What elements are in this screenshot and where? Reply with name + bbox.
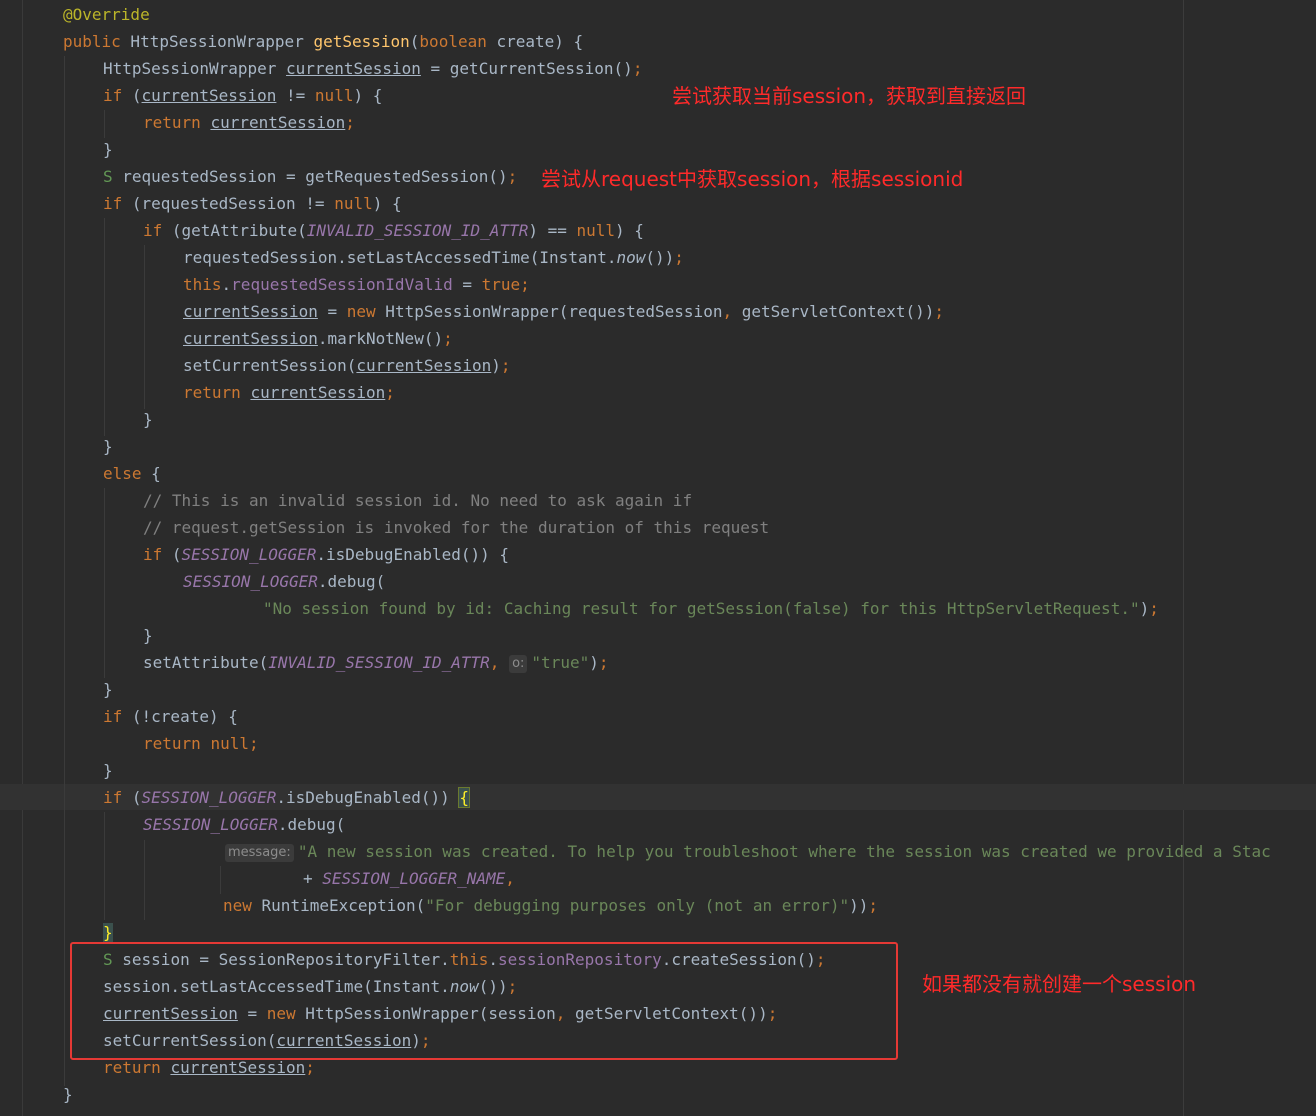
- right-margin-guide: [1183, 0, 1184, 1116]
- annotation-get-current-session: 尝试获取当前session，获取到直接返回: [672, 84, 1027, 108]
- code-line: }: [103, 761, 113, 780]
- code-line: if (!create) {: [103, 707, 238, 726]
- code-editor[interactable]: @Override public HttpSessionWrapper getS…: [0, 0, 1316, 1116]
- code-line-current: if (SESSION_LOGGER.isDebugEnabled()) {: [103, 787, 471, 808]
- code-line: setAttribute(INVALID_SESSION_ID_ATTR, o:…: [143, 653, 609, 673]
- code-line: if (requestedSession != null) {: [103, 194, 402, 213]
- code-line: else {: [103, 464, 161, 483]
- code-line: return currentSession;: [183, 383, 395, 402]
- code-line: requestedSession.setLastAccessedTime(Ins…: [183, 248, 684, 267]
- code-line: currentSession = new HttpSessionWrapper(…: [183, 302, 945, 321]
- indent-guide: [144, 840, 145, 920]
- parameter-hint: message:: [225, 844, 294, 862]
- code-line: S requestedSession = getRequestedSession…: [103, 167, 518, 186]
- code-line: }: [143, 626, 153, 645]
- annotation-get-requested-session: 尝试从request中获取session，根据sessionid: [541, 167, 964, 191]
- code-line: this.requestedSessionIdValid = true;: [183, 275, 530, 294]
- matched-brace: {: [458, 787, 471, 808]
- code-line: new RuntimeException("For debugging purp…: [223, 896, 879, 915]
- code-line: }: [103, 680, 113, 699]
- code-line: }: [143, 410, 153, 429]
- code-line: HttpSessionWrapper currentSession = getC…: [103, 59, 643, 78]
- code-line: @Override: [63, 5, 150, 24]
- code-line: if (currentSession != null) {: [103, 86, 383, 105]
- gutter-divider: [22, 0, 23, 1116]
- code-line: SESSION_LOGGER.debug(: [183, 572, 386, 591]
- code-line: setCurrentSession(currentSession);: [183, 356, 511, 375]
- indent-guide: [104, 812, 105, 920]
- code-line: }: [103, 437, 113, 456]
- code-line: SESSION_LOGGER.debug(: [143, 815, 346, 834]
- type-glyph: S: [103, 167, 113, 186]
- code-line: if (SESSION_LOGGER.isDebugEnabled()) {: [143, 545, 510, 564]
- code-line: if (getAttribute(INVALID_SESSION_ID_ATTR…: [143, 221, 644, 240]
- code-line: message: "A new session was created. To h…: [225, 838, 1271, 865]
- code-line: }: [63, 1085, 73, 1104]
- indent-guide: [104, 488, 105, 678]
- code-line: // This is an invalid session id. No nee…: [143, 491, 693, 510]
- indent-guide: [104, 218, 105, 436]
- indent-guide: [220, 866, 221, 894]
- matched-brace: }: [103, 923, 113, 942]
- code-line: }: [103, 140, 113, 159]
- code-line: currentSession.markNotNew();: [183, 329, 453, 348]
- code-line: return currentSession;: [143, 113, 355, 132]
- highlight-box: [70, 942, 898, 1060]
- indent-guide: [144, 245, 145, 409]
- indent-guide: [64, 56, 65, 1086]
- indent-guide: [104, 110, 105, 138]
- code-line: // request.getSession is invoked for the…: [143, 518, 770, 537]
- code-line: + SESSION_LOGGER_NAME,: [303, 869, 515, 888]
- annotation-create-session: 如果都没有就创建一个session: [922, 972, 1197, 996]
- parameter-hint: o:: [509, 655, 528, 673]
- code-line: public HttpSessionWrapper getSession(boo…: [63, 32, 584, 51]
- code-line: "No session found by id: Caching result …: [263, 599, 1159, 618]
- code-line: return null;: [143, 734, 259, 753]
